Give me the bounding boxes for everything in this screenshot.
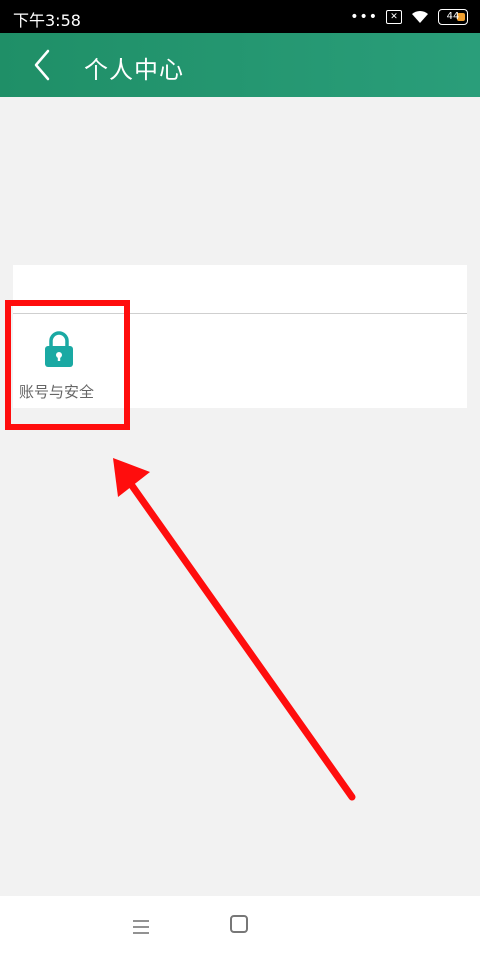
menu-icon[interactable] <box>131 918 151 936</box>
battery-icon: 44 <box>438 9 468 25</box>
highlight-box <box>5 300 130 430</box>
app-header: 个人中心 <box>0 33 480 97</box>
wifi-icon <box>412 10 428 23</box>
sim-status-icon: ✕ <box>386 10 402 24</box>
status-icons: ••• ✕ 44 <box>350 8 468 26</box>
back-arrow-icon[interactable] <box>26 47 62 83</box>
annotation-arrow <box>113 458 356 801</box>
status-bar: 下午3:58 ••• ✕ 44 <box>0 0 480 33</box>
more-dots-icon: ••• <box>350 9 378 25</box>
status-time: 下午3:58 <box>13 11 81 30</box>
system-nav-bar <box>0 896 480 960</box>
page-title: 个人中心 <box>84 56 184 84</box>
battery-level: 44 <box>446 11 460 22</box>
home-icon[interactable] <box>230 915 248 933</box>
